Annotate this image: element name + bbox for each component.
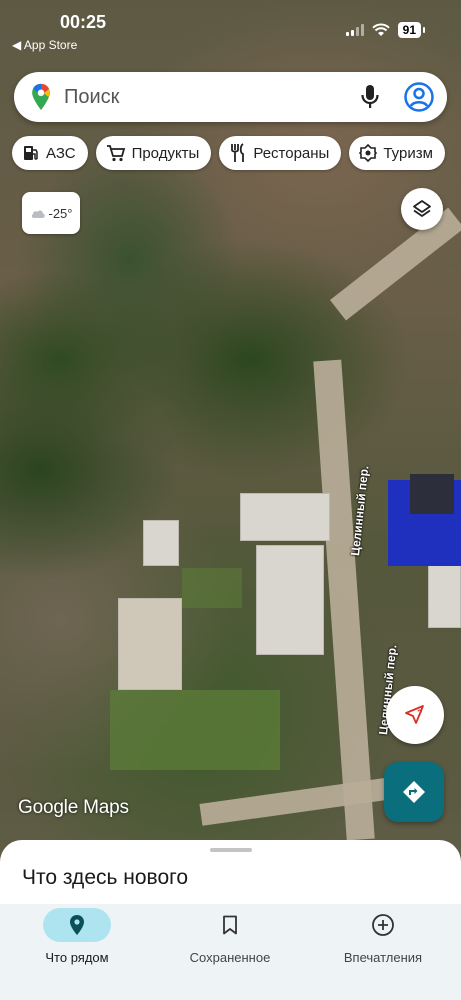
signal-icon xyxy=(345,24,364,36)
directions-icon xyxy=(403,781,425,803)
weather-badge[interactable]: -25° xyxy=(22,192,80,234)
nav-icon-container xyxy=(349,908,417,942)
chip-restaurants[interactable]: Рестораны xyxy=(219,136,342,170)
tab-contribute[interactable]: Впечатления xyxy=(323,904,443,965)
status-time: 00:25 xyxy=(60,12,107,32)
chip-label: Туризм xyxy=(383,144,433,162)
layers-icon xyxy=(413,200,431,217)
nav-icon-container xyxy=(196,908,264,942)
chip-label: Рестораны xyxy=(253,144,330,162)
add-circle-icon xyxy=(372,914,394,936)
directions-button[interactable] xyxy=(384,762,444,822)
cart-icon xyxy=(106,145,125,162)
chip-groceries[interactable]: Продукты xyxy=(95,136,212,170)
location-pin-icon xyxy=(70,915,84,935)
category-chips: АЗС Продукты Рестораны Туризм xyxy=(12,136,445,170)
google-maps-pin-icon xyxy=(32,83,50,111)
building xyxy=(240,493,330,541)
bottom-navigation: Что рядом Сохраненное Впечатления xyxy=(0,904,461,1000)
layers-button[interactable] xyxy=(401,188,443,230)
my-location-button[interactable]: ? xyxy=(386,686,444,744)
search-bar[interactable]: Поиск xyxy=(14,72,447,122)
battery-indicator: 91 xyxy=(397,22,426,38)
tab-explore[interactable]: Что рядом xyxy=(17,904,137,965)
restaurant-icon xyxy=(231,143,245,162)
bottom-sheet[interactable]: Что здесь нового xyxy=(0,840,461,910)
location-unknown-icon: ? xyxy=(405,705,424,724)
garden-plot xyxy=(110,690,280,770)
weather-temperature: -25° xyxy=(48,205,73,221)
sheet-title: Что здесь нового xyxy=(22,866,189,889)
microphone-icon[interactable] xyxy=(359,83,381,111)
tab-label: Сохраненное xyxy=(189,950,271,965)
status-icons: 91 xyxy=(345,22,426,38)
gas-station-icon xyxy=(24,146,38,160)
tab-saved[interactable]: Сохраненное xyxy=(170,904,290,965)
account-icon[interactable] xyxy=(403,81,435,113)
garden-plot xyxy=(182,568,242,608)
chip-label: АЗС xyxy=(46,144,76,162)
nav-icon-container xyxy=(43,908,111,942)
building-dark-roof xyxy=(410,474,454,514)
back-to-app-store[interactable]: ◀ App Store xyxy=(12,38,77,52)
chip-label: Продукты xyxy=(131,144,200,162)
building xyxy=(256,545,324,655)
tab-label: Впечатления xyxy=(343,950,423,965)
bookmark-icon xyxy=(223,915,237,935)
cloud-icon xyxy=(31,209,45,218)
building xyxy=(118,598,182,690)
chip-gas-stations[interactable]: АЗС xyxy=(12,136,88,170)
tab-label: Что рядом xyxy=(45,950,109,965)
tourism-icon xyxy=(359,144,378,162)
building xyxy=(143,520,179,566)
svg-text:?: ? xyxy=(417,708,423,718)
wifi-icon xyxy=(371,23,390,36)
building xyxy=(428,560,461,628)
road xyxy=(330,207,461,321)
sheet-drag-handle[interactable] xyxy=(210,848,252,852)
search-input[interactable]: Поиск xyxy=(64,86,359,109)
chip-tourism[interactable]: Туризм xyxy=(349,136,445,170)
google-maps-logo: Google Maps xyxy=(18,797,129,818)
